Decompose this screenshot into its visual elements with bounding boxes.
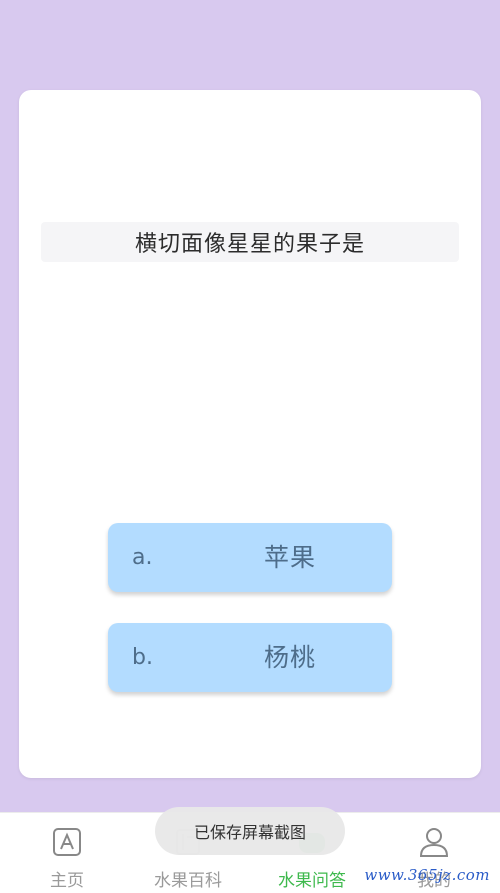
tab-home-label: 主页	[50, 871, 84, 891]
tab-home[interactable]: 主页	[12, 813, 122, 893]
option-b-label: 杨桃	[263, 643, 316, 672]
option-a-label: 苹果	[263, 543, 316, 572]
screenshot-saved-toast: 已保存屏幕截图	[155, 807, 345, 855]
tab-qa-label: 水果问答	[278, 871, 346, 891]
tab-wiki-label: 水果百科	[154, 871, 222, 891]
site-watermark: www.365jz.com	[364, 866, 490, 884]
quiz-card: 横切面像星星的果子是 a. 苹果 b. 杨桃	[19, 90, 481, 778]
home-a-icon	[50, 825, 84, 859]
option-a-button[interactable]: a. 苹果	[108, 523, 392, 592]
option-b-button[interactable]: b. 杨桃	[108, 623, 392, 692]
user-icon	[417, 825, 451, 859]
question-text: 横切面像星星的果子是	[41, 222, 459, 262]
